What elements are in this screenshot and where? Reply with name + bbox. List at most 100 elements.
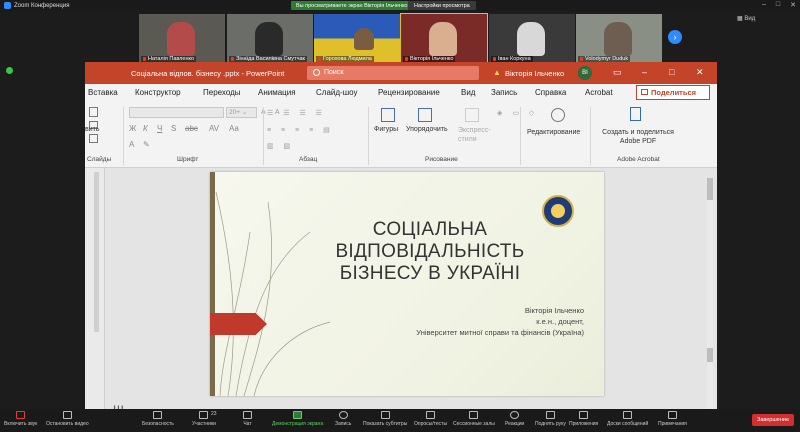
drawing-group-label: Рисование — [425, 156, 458, 163]
column-icons[interactable]: ▥ ▧ — [267, 142, 294, 150]
stop-video-button[interactable]: Остановить видео — [46, 411, 89, 427]
apps-button[interactable]: Приложения — [569, 411, 598, 427]
slide-workspace: СОЦІАЛЬНА ВІДПОВІДАЛЬНІСТЬ БІЗНЕСУ В УКР… — [85, 168, 717, 410]
list-icons[interactable]: ☰ ☰ ☰ ☰ — [267, 109, 326, 117]
tab-transitions[interactable]: Переходы — [203, 88, 241, 97]
ppt-search-box[interactable]: Поиск — [307, 66, 479, 80]
apps-icon — [579, 411, 589, 419]
warning-icon[interactable]: ▲ — [493, 68, 501, 77]
italic-icon[interactable]: К — [143, 124, 148, 133]
ppt-user-name[interactable]: Вікторія Ільченко — [505, 69, 564, 78]
quick-styles-icon[interactable] — [465, 108, 479, 122]
unmute-button[interactable]: Включить звук — [4, 411, 37, 427]
spacing-icon[interactable]: AV — [209, 124, 219, 133]
minimize-icon[interactable]: – — [762, 1, 766, 9]
avatar[interactable]: ВІ — [578, 66, 592, 80]
tab-design[interactable]: Конструктор — [135, 88, 181, 97]
copy-icon[interactable] — [89, 107, 98, 117]
raise-hand-button[interactable]: Поднять руку — [535, 411, 566, 427]
tab-slideshow[interactable]: Слайд-шоу — [316, 88, 357, 97]
ppt-window-title: Соціальна відпов. бізнесу .pptx - PowerP… — [131, 69, 285, 78]
zoom-window: Zoom Конференция – □ ✕ Вы просматриваете… — [0, 0, 800, 432]
participant-tile[interactable]: Зінаїда Василівна Смутчак — [227, 14, 313, 63]
quick-styles-button[interactable]: Экспресс-стили — [458, 126, 492, 144]
highlight-icon[interactable]: ✎ — [143, 140, 150, 149]
notes-button[interactable]: Примечания — [658, 411, 687, 427]
create-pdf-button[interactable]: Создать и поделиться Adobe PDF — [597, 128, 679, 146]
whiteboards-button[interactable]: Доски сообщений — [607, 411, 648, 427]
paste-label[interactable]: вить — [85, 126, 99, 133]
close-icon[interactable]: ✕ — [696, 67, 704, 78]
zoom-toolbar: Включить звук Остановить видео Безопасно… — [0, 409, 800, 432]
reactions-button[interactable]: Реакции — [505, 411, 524, 427]
tab-help[interactable]: Справка — [535, 88, 566, 97]
font-family-select[interactable] — [129, 107, 224, 118]
strikethrough-icon[interactable]: abc — [185, 124, 198, 133]
fill-outline-effects-icons[interactable]: ◈ ▭ ◇ — [497, 109, 538, 117]
record-button[interactable]: Запись — [335, 411, 351, 427]
mic-muted-icon — [143, 56, 146, 61]
polls-button[interactable]: Опросы/тесты — [414, 411, 447, 427]
vertical-scrollbar[interactable] — [707, 178, 713, 410]
tab-insert[interactable]: Вставка — [88, 88, 118, 97]
participant-tile-active[interactable]: Вікторія Ільченко — [400, 13, 488, 64]
shadow-icon[interactable]: S — [171, 124, 176, 133]
video-icon — [62, 411, 72, 419]
security-button[interactable]: Безопасность — [142, 411, 174, 427]
arrange-icon[interactable] — [418, 108, 432, 122]
view-menu[interactable]: ▦ Вид — [737, 15, 755, 22]
shapes-button[interactable]: Фигуры — [374, 126, 398, 133]
editing-button[interactable]: Редактирование — [527, 129, 580, 136]
underline-icon[interactable]: Ч — [157, 124, 162, 133]
participant-tile[interactable]: Наталія Павленко — [139, 14, 225, 63]
bold-icon[interactable]: Ж — [129, 124, 136, 133]
shapes-icon[interactable] — [381, 108, 395, 122]
mic-muted-icon — [493, 56, 496, 61]
participants-count: 23 — [211, 411, 217, 417]
participant-tile[interactable]: Іван Коркуна — [489, 14, 575, 63]
share-screen-button[interactable]: Демонстрация экрана — [272, 411, 323, 427]
participant-tile[interactable]: Горохова Людмила — [314, 14, 400, 63]
next-page-icon[interactable]: › — [668, 30, 682, 44]
tab-record[interactable]: Запись — [491, 88, 517, 97]
tab-view[interactable]: Вид — [461, 88, 475, 97]
close-icon[interactable]: ✕ — [790, 1, 796, 9]
slide-accent-bar — [210, 172, 215, 396]
arrange-button[interactable]: Упорядочить — [406, 126, 448, 133]
pdf-icon[interactable] — [630, 107, 641, 121]
maximize-icon[interactable]: □ — [776, 1, 780, 9]
minimize-icon[interactable]: – — [642, 67, 647, 77]
zoom-app-title: Zoom Конференция — [14, 2, 70, 9]
format-painter-icon[interactable] — [89, 134, 98, 143]
font-color-icon[interactable]: A — [129, 140, 134, 149]
find-icon[interactable] — [551, 108, 565, 122]
whiteboard-icon — [623, 411, 633, 419]
thumbnail-scrollbar[interactable] — [94, 172, 99, 332]
current-slide[interactable]: СОЦІАЛЬНА ВІДПОВІДАЛЬНІСТЬ БІЗНЕСУ В УКР… — [210, 172, 604, 396]
mic-muted-icon — [580, 56, 583, 61]
font-group-label: Шрифт — [177, 156, 199, 163]
share-button[interactable]: Поделиться — [636, 85, 710, 100]
ribbon-tabs: Вставка Конструктор Переходы Анимация Сл… — [85, 84, 717, 101]
poll-icon — [426, 411, 436, 419]
participant-tile[interactable]: Volodymyr Duduk — [576, 14, 662, 63]
breakout-icon — [469, 411, 479, 419]
chat-button[interactable]: Чат — [243, 411, 252, 427]
slide-title: СОЦІАЛЬНА ВІДПОВІДАЛЬНІСТЬ БІЗНЕСУ В УКР… — [335, 219, 525, 284]
font-size-select[interactable]: 20+ ⌄ — [226, 107, 257, 118]
search-icon — [313, 69, 320, 76]
zoom-logo-icon — [4, 2, 11, 9]
ribbon-display-icon[interactable]: ▭ — [613, 67, 622, 78]
tab-acrobat[interactable]: Acrobat — [585, 88, 613, 97]
align-icons[interactable]: ≡ ≡ ≡ ≡ ▤ — [267, 126, 334, 134]
captions-button[interactable]: Показать субтитры — [363, 411, 407, 427]
tab-review[interactable]: Рецензирование — [378, 88, 440, 97]
change-case-icon[interactable]: Aa — [229, 124, 239, 133]
maximize-icon[interactable]: □ — [669, 67, 674, 77]
tab-animation[interactable]: Анимация — [258, 88, 296, 97]
breakout-rooms-button[interactable]: Сессионные залы — [453, 411, 495, 427]
end-meeting-button[interactable]: Завершение — [752, 414, 794, 426]
powerpoint-window: Соціальна відпов. бізнесу .pptx - PowerP… — [85, 62, 717, 410]
mic-muted-icon — [318, 56, 321, 61]
view-options-button[interactable]: Настройки просмотра — [408, 1, 476, 10]
